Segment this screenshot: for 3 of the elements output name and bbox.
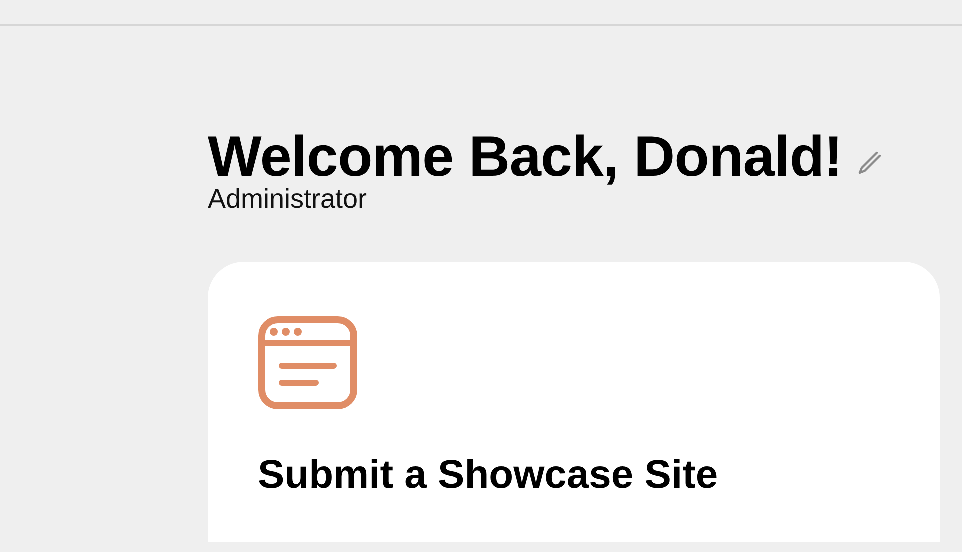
card-title: Submit a Showcase Site	[258, 452, 720, 498]
browser-window-icon	[258, 316, 358, 410]
pencil-icon[interactable]	[856, 150, 881, 176]
